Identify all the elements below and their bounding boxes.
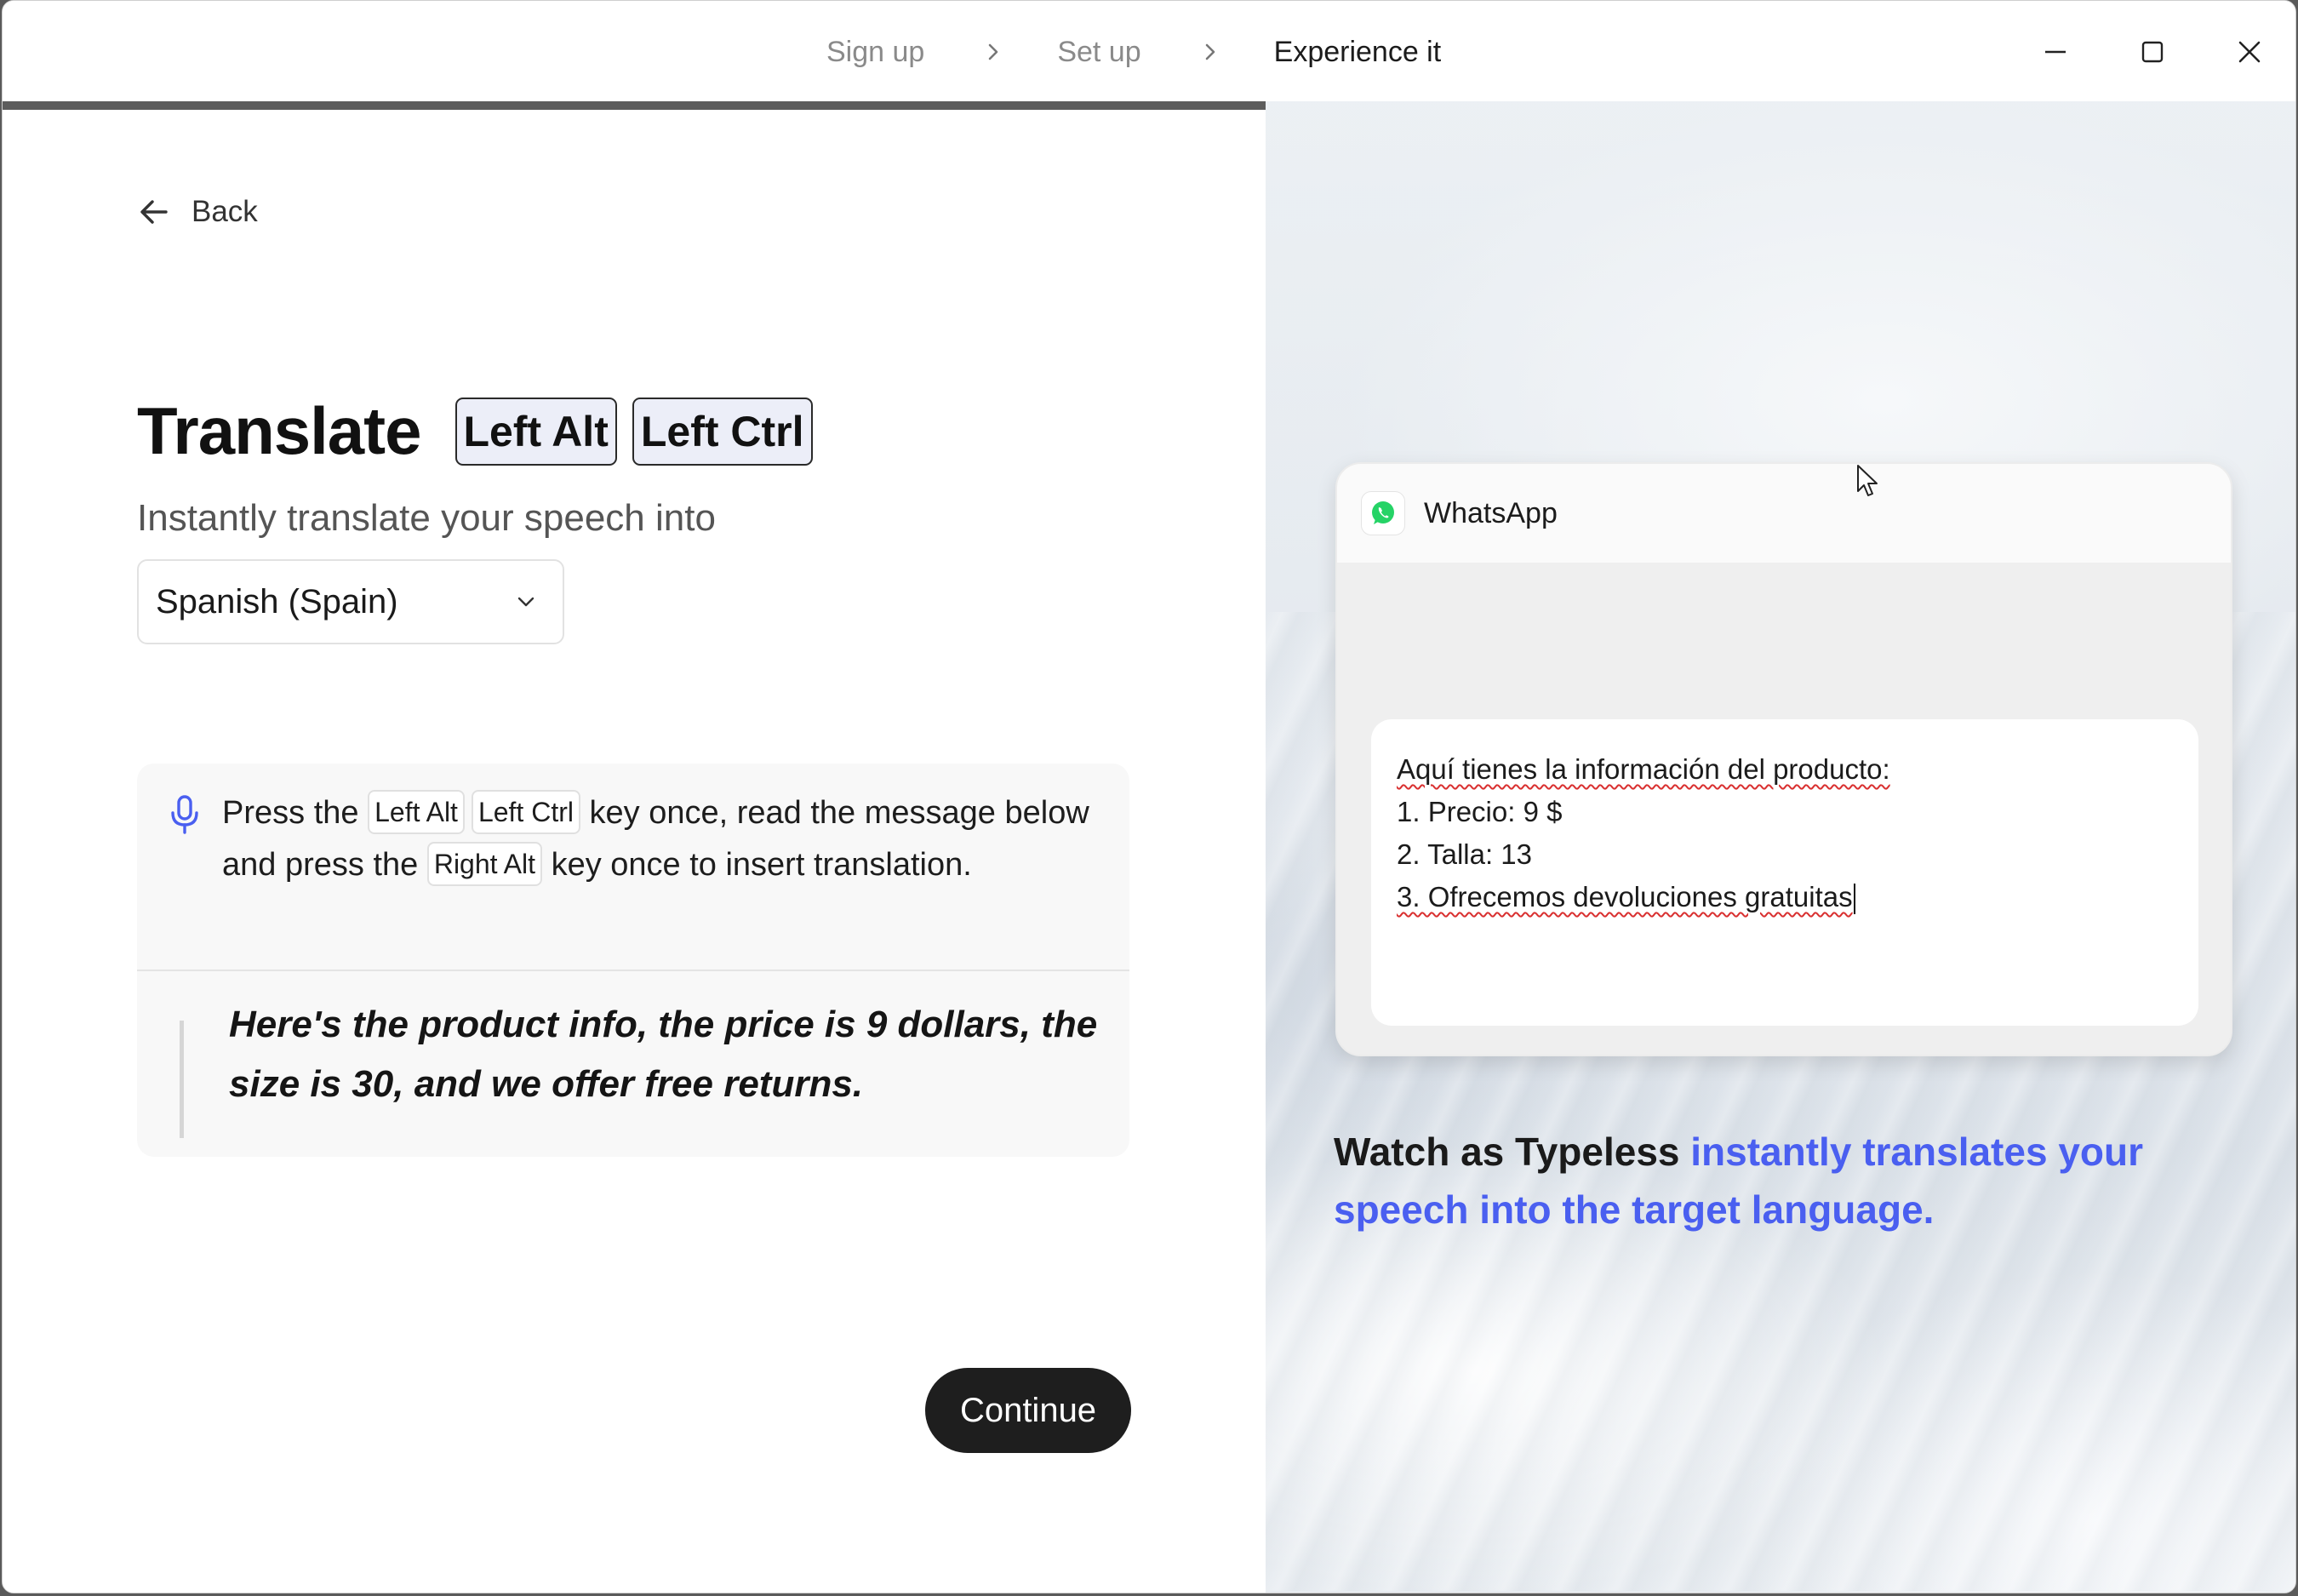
step-sign-up: Sign up [826,35,925,68]
language-select[interactable]: Spanish (Spain) [137,559,564,644]
instruction-part-1: Press the [222,795,359,831]
tagline: Watch as Typeless instantly translates y… [1334,1123,2236,1238]
chevron-right-icon [989,43,998,60]
instruction-text: Press the Left Alt Left Ctrl key once, re… [222,787,1107,891]
maximize-button[interactable] [2127,26,2178,77]
key-right-alt: Right Alt [426,841,542,886]
maximize-icon [2141,41,2164,63]
instruction-part-3: key once to insert translation. [551,847,972,883]
instruction-section: Press the Left Alt Left Ctrl key once, re… [137,764,1129,970]
page-title: Translate [137,393,422,468]
preview-pane: WhatsApp Aquí tienes la información del … [1266,101,2295,1593]
text-caret [1853,884,1855,915]
left-pane: Back Translate Left Alt Left Ctrl Instan… [3,110,1266,1593]
whatsapp-app-name: WhatsApp [1424,496,1558,529]
key-left-alt: Left Alt [368,789,465,834]
message-line-text: 3. Ofrecemos devoluciones gratuitas [1397,881,1853,912]
whatsapp-logo [1361,491,1405,535]
message-line: Aquí tienes la información del producto: [1397,748,2173,791]
whatsapp-icon [1372,501,1394,524]
whatsapp-header: WhatsApp [1337,464,2231,563]
tagline-lead: Watch as Typeless [1334,1130,1691,1174]
message-input[interactable]: Aquí tienes la información del producto:… [1371,719,2198,1026]
heading-row: Translate Left Alt Left Ctrl [137,392,813,470]
chevron-down-icon [517,597,534,607]
whatsapp-preview-card: WhatsApp Aquí tienes la información del … [1335,462,2232,1056]
back-button[interactable]: Back [137,195,258,229]
quote-bar [180,1021,184,1138]
back-label: Back [192,195,258,228]
message-line: 2. Talla: 13 [1397,833,2173,876]
microphone-icon [171,795,198,834]
instruction-card: Press the Left Alt Left Ctrl key once, re… [137,764,1129,1157]
stepper: Sign up Set up Experience it [826,26,1441,77]
minimize-button[interactable] [2030,26,2081,77]
mouse-pointer-icon [1857,465,1878,496]
hotkey-left-ctrl: Left Ctrl [632,397,813,466]
chevron-right-icon [1205,43,1215,60]
key-left-ctrl: Left Ctrl [471,789,580,834]
divider [137,970,1129,971]
subtitle: Instantly translate your speech into [137,497,716,539]
close-button[interactable] [2224,26,2275,77]
message-line: 3. Ofrecemos devoluciones gratuitas [1397,876,2173,918]
message-line-text: Aquí tienes la información del producto: [1397,753,1890,785]
sample-message: Here's the product info, the price is 9 … [229,1004,1098,1105]
close-icon [2238,41,2261,63]
app-window: Sign up Set up Experience it Back Transl… [2,0,2296,1593]
message-line-text: 1. Precio: 9 $ [1397,796,1563,827]
step-experience-it: Experience it [1273,35,1442,68]
message-line-text: 2. Talla: 13 [1397,838,1533,870]
minimize-icon [2045,50,2066,54]
message-line: 1. Precio: 9 $ [1397,791,2173,833]
continue-button[interactable]: Continue [925,1368,1131,1453]
language-select-value: Spanish (Spain) [156,582,398,621]
hotkey-left-alt: Left Alt [454,397,617,466]
title-bar: Sign up Set up Experience it [3,1,2295,101]
arrow-left-icon [140,200,168,224]
step-set-up: Set up [1057,35,1141,68]
